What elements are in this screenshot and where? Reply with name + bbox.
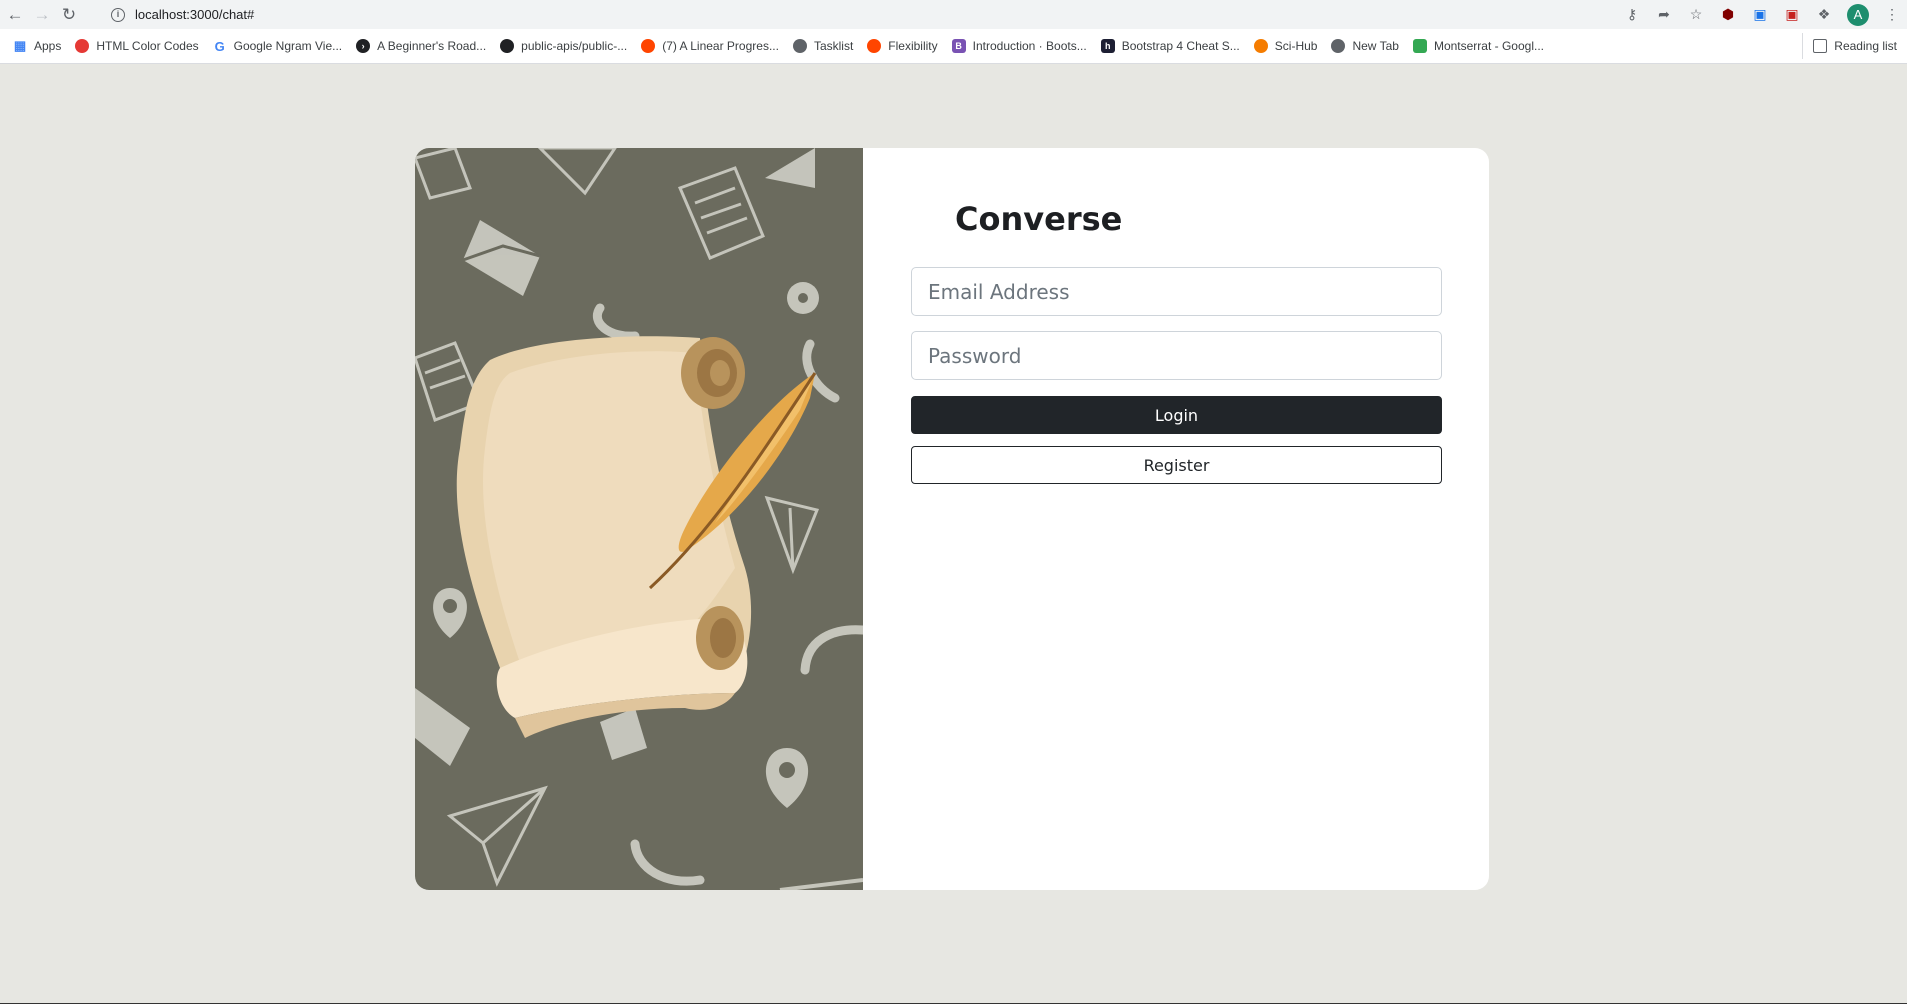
register-button[interactable]: Register [911,446,1442,484]
color-wheel-icon [75,39,90,53]
reading-list-button[interactable]: Reading list [1802,33,1897,59]
bookmark-label: Introduction · Boots... [972,39,1087,53]
apps-grid-icon: ▦ [13,38,27,53]
login-card: Converse Login Register [415,148,1489,890]
hackerrank-icon: h [1100,39,1115,53]
github-icon [500,39,515,53]
globe-icon [792,39,807,53]
terminal-icon: › [356,39,371,53]
bookmark-html-color-codes[interactable]: HTML Color Codes [68,33,205,59]
reddit-icon [641,39,656,53]
url-text: localhost:3000/chat# [135,7,255,22]
bookmark-label: New Tab [1352,39,1399,53]
bookmark-bootstrap-intro[interactable]: B Introduction · Boots... [945,33,1094,59]
back-arrow-icon[interactable]: ← [3,3,27,27]
bookmark-apps[interactable]: ▦ Apps [6,33,68,59]
bookmark-label: Tasklist [813,39,854,53]
kebab-menu-icon[interactable]: ⋮ [1883,6,1901,24]
bookmark-bootstrap-cheat[interactable]: h Bootstrap 4 Cheat S... [1094,33,1247,59]
extension-red-icon[interactable]: ▣ [1783,6,1801,24]
globe-icon [1331,39,1346,53]
bookmark-flexibility[interactable]: Flexibility [860,33,944,59]
browser-toolbar: ← → ↻ i localhost:3000/chat# ⚷ ➦ ☆ ⬢ ▣ ▣… [0,0,1907,29]
bookmark-label: Flexibility [888,39,938,53]
bookmark-label: A Beginner's Road... [377,39,487,53]
forward-arrow-icon[interactable]: → [30,3,54,27]
bootstrap-icon: B [951,39,966,53]
bookmark-label: Montserrat - Googl... [1433,39,1544,53]
address-bar[interactable]: i localhost:3000/chat# [101,3,1621,26]
site-info-icon[interactable]: i [111,7,125,22]
bookmark-label: Bootstrap 4 Cheat S... [1121,39,1240,53]
bookmark-label: Google Ngram Vie... [233,39,343,53]
bookmark-public-apis[interactable]: public-apis/public-... [493,33,634,59]
google-icon: G [214,38,225,54]
email-input[interactable] [911,267,1442,316]
bookmark-montserrat[interactable]: Montserrat - Googl... [1406,33,1551,59]
bookmark-label: public-apis/public-... [521,39,628,53]
reload-icon[interactable]: ↻ [57,3,81,27]
password-input[interactable] [911,331,1442,380]
bookmark-new-tab[interactable]: New Tab [1324,33,1405,59]
extensions-puzzle-icon[interactable]: ❖ [1815,6,1833,24]
bookmark-label: HTML Color Codes [96,39,199,53]
bookmark-label: (7) A Linear Progres... [662,39,779,53]
bookmark-label: Apps [34,39,62,53]
app-brand-title: Converse [955,200,1123,238]
illustration-panel [415,148,863,890]
share-icon[interactable]: ➦ [1655,6,1673,24]
bookmark-linear-progress[interactable]: (7) A Linear Progres... [634,33,786,59]
scihub-icon [1253,39,1268,53]
profile-avatar[interactable]: A [1847,3,1869,26]
bookmark-star-icon[interactable]: ☆ [1687,6,1705,24]
bookmark-google-ngram[interactable]: G Google Ngram Vie... [206,33,350,59]
screenshot-extension-icon[interactable]: ▣ [1751,6,1769,24]
bookmark-label: Sci-Hub [1274,39,1318,53]
scroll-quill-illustration [415,148,863,890]
bookmarks-bar: ▦ Apps HTML Color Codes G Google Ngram Vie… [0,29,1907,64]
reading-list-icon [1813,39,1828,53]
google-fonts-icon [1412,39,1427,53]
key-icon[interactable]: ⚷ [1623,6,1641,24]
bookmark-tasklist[interactable]: Tasklist [786,33,860,59]
login-form: Converse Login Register [863,148,1489,890]
reddit-icon [867,39,882,53]
bookmark-scihub[interactable]: Sci-Hub [1247,33,1325,59]
login-button[interactable]: Login [911,396,1442,434]
reading-list-label: Reading list [1834,39,1897,53]
bookmark-beginners-road[interactable]: › A Beginner's Road... [349,33,493,59]
ublock-icon[interactable]: ⬢ [1719,6,1737,24]
